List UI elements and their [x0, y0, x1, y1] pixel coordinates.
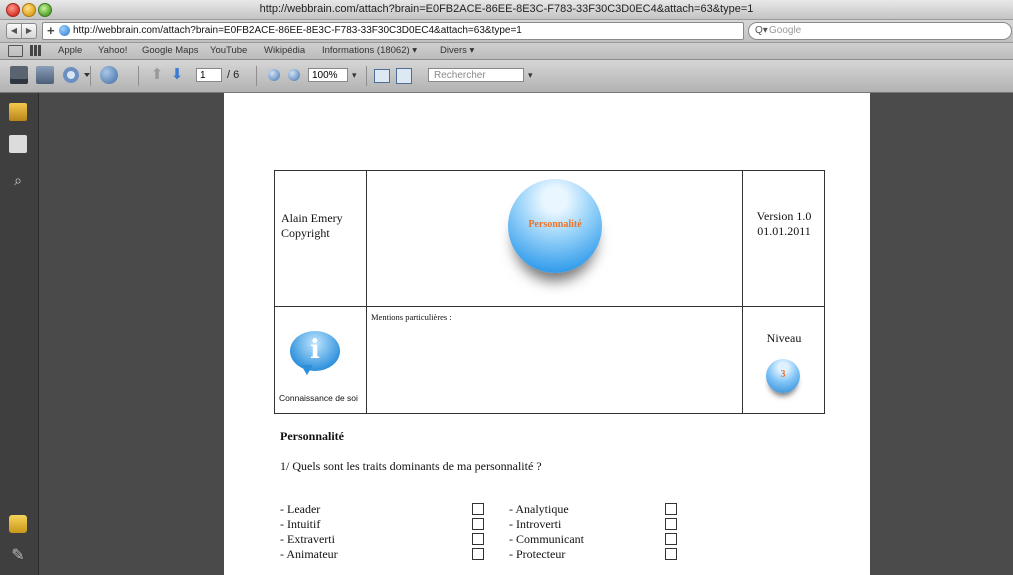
page-number-input[interactable]: 1 [196, 68, 222, 82]
save-icon[interactable] [36, 66, 54, 84]
forward-button[interactable]: ▶ [21, 23, 37, 39]
top-sites-grid-icon[interactable] [30, 45, 42, 56]
add-bookmark-icon[interactable]: + [47, 23, 55, 39]
zoom-out-icon[interactable] [268, 69, 280, 81]
niveau-orb-icon: 3 [766, 359, 800, 393]
question-text: 1/ Quels sont les traits dominants de ma… [280, 459, 542, 473]
find-binoculars-icon[interactable]: ⌕ [9, 171, 27, 189]
trait-label: - Extraverti [280, 532, 335, 546]
trait-checkbox[interactable] [665, 533, 677, 545]
trait-checkbox[interactable] [472, 548, 484, 560]
trait-checkbox[interactable] [472, 533, 484, 545]
bookmark-youtube[interactable]: YouTube [210, 45, 247, 56]
trait-checkbox[interactable] [665, 518, 677, 530]
trait-checkbox[interactable] [472, 503, 484, 515]
version-date: 01.01.2011 [757, 224, 811, 238]
comments-icon[interactable] [9, 515, 27, 533]
zoom-select[interactable]: 100% [308, 68, 348, 82]
header-table: Alain Emery Copyright Personnalité Versi… [274, 170, 825, 414]
find-dropdown-icon[interactable]: ▾ [528, 68, 533, 82]
address-toolbar: ◀ ▶ + http://webbrain.com/attach?brain=E… [0, 20, 1013, 43]
fit-width-icon[interactable] [374, 69, 390, 83]
trait-label: - Communicant [509, 532, 584, 546]
pages-icon[interactable] [9, 135, 27, 153]
info-bubble-tail [301, 365, 313, 375]
url-field[interactable]: + http://webbrain.com/attach?brain=E0FB2… [42, 22, 781, 40]
trait-label: - Analytique [509, 502, 569, 516]
attachment-paperclip-icon[interactable]: ✎ [9, 547, 27, 565]
niveau-label: Niveau [766, 331, 802, 345]
table-divider [366, 171, 367, 413]
author-name: Alain Emery [281, 211, 343, 225]
toolbar-separator [256, 66, 257, 86]
niveau-value: 3 [780, 369, 786, 380]
search-placeholder: Google [769, 25, 802, 36]
search-input[interactable]: Q▾ Google [748, 22, 1012, 40]
trait-checkbox[interactable] [665, 548, 677, 560]
bookmark-apple[interactable]: Apple [58, 45, 82, 56]
zoom-dropdown-icon[interactable]: ▾ [352, 68, 357, 82]
document-gutter [870, 93, 1013, 575]
trait-label: - Protecteur [509, 547, 566, 561]
personnalite-orb-icon: Personnalité [508, 179, 602, 273]
trait-checkbox[interactable] [665, 503, 677, 515]
trait-label: - Introverti [509, 517, 562, 531]
trait-label: - Animateur [280, 547, 338, 561]
window-title: http://webbrain.com/attach?brain=E0FB2AC… [259, 3, 754, 15]
toolbar-separator [138, 66, 139, 86]
bookmarks-book-icon[interactable] [8, 45, 23, 57]
section-title: Personnalité [280, 429, 344, 443]
find-input[interactable]: Rechercher [428, 68, 524, 82]
tools-icon[interactable] [100, 66, 118, 84]
orb-label: Personnalité [528, 219, 582, 230]
navigation-panel: ⌕ ✎ [0, 93, 39, 575]
author-copyright: Copyright [281, 226, 330, 240]
back-button[interactable]: ◀ [6, 23, 22, 39]
toolbar-separator [90, 66, 91, 86]
search-icon: Q▾ [755, 25, 768, 36]
zoom-in-icon[interactable] [288, 69, 300, 81]
next-page-icon[interactable]: ⬇ [168, 66, 186, 84]
table-divider [742, 171, 743, 413]
bookmark-wikipedia[interactable]: Wikipédia [264, 45, 305, 56]
previous-page-icon[interactable]: ⬆ [148, 66, 166, 84]
info-letter: i [310, 335, 320, 365]
print-icon[interactable] [10, 66, 28, 84]
fit-page-icon[interactable] [396, 68, 412, 84]
mentions-label: Mentions particulières : [371, 312, 452, 322]
bookmark-divers[interactable]: Divers ▾ [440, 45, 474, 56]
bookmark-informations[interactable]: Informations (18062) ▾ [322, 45, 417, 56]
table-divider [275, 306, 824, 307]
window-title-bar: http://webbrain.com/attach?brain=E0FB2AC… [0, 0, 1013, 20]
pdf-toolbar: ⬆ ⬇ 1 / 6 100% ▾ Rechercher ▾ [0, 60, 1013, 93]
security-lock-icon[interactable] [9, 103, 27, 121]
connaissance-label: Connaissance de soi [279, 393, 358, 403]
url-text: http://webbrain.com/attach?brain=E0FB2AC… [73, 25, 522, 36]
version-number: Version 1.0 [756, 209, 812, 223]
bookmark-google-maps[interactable]: Google Maps [142, 45, 199, 56]
toolbar-separator [366, 66, 367, 86]
email-icon[interactable] [62, 66, 90, 84]
trait-label: - Intuitif [280, 517, 321, 531]
page-total: / 6 [227, 69, 240, 81]
bookmark-yahoo[interactable]: Yahoo! [98, 45, 127, 56]
trait-label: - Leader [280, 502, 321, 516]
info-bubble-icon: i [290, 331, 340, 371]
author-block: Alain Emery Copyright [281, 211, 343, 241]
site-globe-icon [59, 25, 70, 36]
version-block: Version 1.0 01.01.2011 [745, 209, 823, 239]
trait-checkbox[interactable] [472, 518, 484, 530]
pdf-page: Alain Emery Copyright Personnalité Versi… [224, 93, 870, 575]
bookmarks-bar: Apple Yahoo! Google Maps YouTube Wikipéd… [0, 43, 1013, 60]
